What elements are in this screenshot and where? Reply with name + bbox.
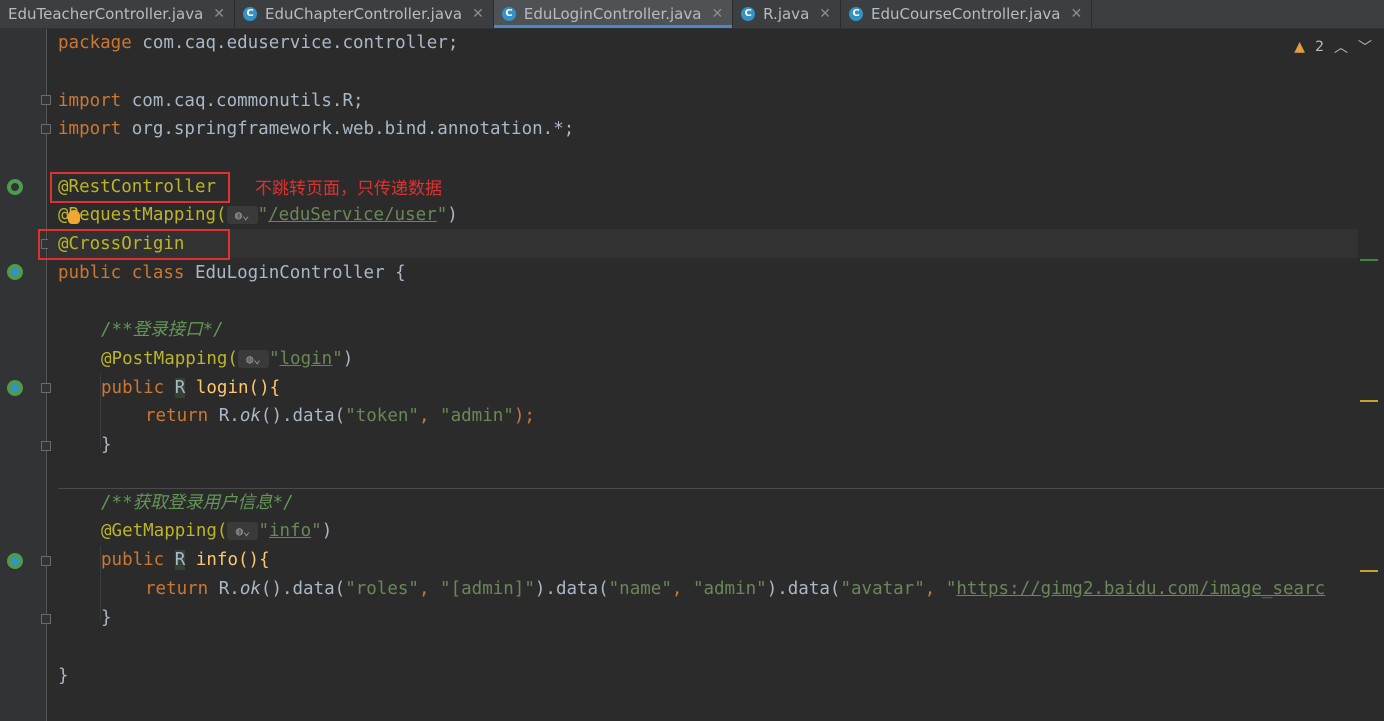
code-line: public class EduLoginController { [58,263,406,283]
code-line: @PostMapping(◍⌄ "login") [101,349,354,369]
highlight-box-rest-controller [50,172,230,203]
tab-edu-login-controller[interactable]: C EduLoginController.java ✕ [493,0,734,28]
tab-edu-teacher-controller[interactable]: EduTeacherController.java ✕ [0,0,236,28]
current-line-highlight [48,229,1358,258]
chevron-up-icon[interactable]: ︿ [1334,37,1348,57]
chevron-down-icon[interactable]: ﹀ [1358,37,1372,57]
globe-icon[interactable]: ◍⌄ [226,206,258,224]
code-line: package com.caq.eduservice.controller; [58,33,459,53]
tab-label: EduLoginController.java [523,5,702,23]
code-line: @RequestMapping(◍⌄ "/eduService/user") [58,205,458,225]
code-line: return R.ok().data("roles", "[admin]").d… [145,579,1326,599]
warning-count: 2 [1315,39,1324,55]
code-line: @GetMapping(◍⌄ "info") [101,521,333,541]
spring-class-icon[interactable] [7,264,23,280]
tab-label: R.java [763,5,810,23]
close-icon[interactable]: ✕ [472,6,484,22]
editor-gutter [0,29,51,721]
tab-label: EduCourseController.java [871,5,1061,23]
scroll-mark[interactable] [1360,400,1378,402]
code-line: public R login(){ [101,378,281,398]
spring-mapping-icon[interactable] [7,380,23,396]
code-line: import org.springframework.web.bind.anno… [58,119,575,139]
code-line: /**登录接口*/ [101,320,224,340]
close-icon[interactable]: ✕ [1070,6,1082,22]
code-editor[interactable]: package com.caq.eduservice.controller; i… [38,29,1384,721]
editor-tab-bar: EduTeacherController.java ✕ C EduChapter… [0,0,1384,29]
code-line: import com.caq.commonutils.R; [58,91,364,111]
code-line: } [58,666,69,686]
warning-icon: ▲ [1294,39,1306,55]
scroll-mark[interactable] [1360,570,1378,572]
globe-icon[interactable]: ◍⌄ [227,522,259,540]
code-line: } [101,608,112,628]
close-icon[interactable]: ✕ [213,6,225,22]
spring-bean-icon[interactable] [7,179,23,195]
tab-edu-course-controller[interactable]: C EduCourseController.java ✕ [841,0,1093,28]
close-icon[interactable]: ✕ [711,6,723,22]
class-icon: C [849,7,863,21]
spring-mapping-icon[interactable] [7,553,23,569]
tab-edu-chapter-controller[interactable]: C EduChapterController.java ✕ [235,0,494,28]
annotation-note: 不跳转页面，只传递数据 [255,179,442,199]
class-icon: C [741,7,756,21]
code-line: } [101,435,112,455]
globe-icon[interactable]: ◍⌄ [237,350,269,368]
tab-label: EduChapterController.java [265,5,463,23]
code-line: /**获取登录用户信息*/ [101,493,294,513]
code-line: public R info(){ [101,550,270,570]
highlight-box-cross-origin [38,229,230,260]
class-icon: C [501,7,516,21]
close-icon[interactable]: ✕ [819,6,831,22]
lightbulb-icon[interactable] [68,210,80,224]
inspection-widget[interactable]: ▲ 2 ︿ ﹀ [1294,37,1372,57]
scroll-mark[interactable] [1360,259,1378,261]
class-icon: C [243,7,258,21]
tab-label: EduTeacherController.java [8,5,204,23]
tab-r-java[interactable]: C R.java ✕ [733,0,841,28]
code-line: return R.ok().data("token", "admin"); [145,406,535,426]
